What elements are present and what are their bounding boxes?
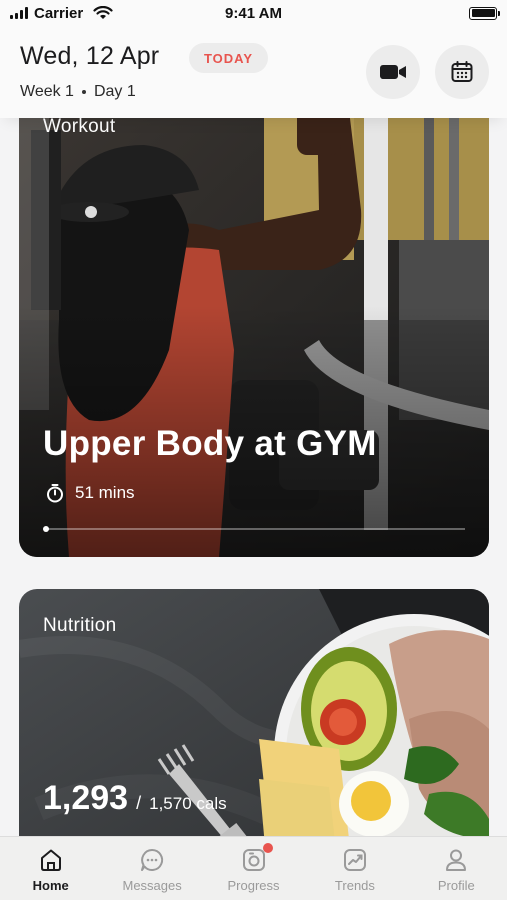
chat-icon	[141, 848, 164, 871]
camera-icon	[242, 849, 265, 871]
tab-home[interactable]: Home	[0, 837, 101, 900]
calories-target: 1,570 cals	[149, 794, 227, 813]
calories-consumed: 1,293	[43, 779, 129, 817]
tab-bar: Home Messages Progress Trends Profile	[0, 836, 507, 900]
calendar-icon	[451, 61, 473, 82]
workout-card[interactable]: Workout Upper Body at GYM 51 mins	[19, 100, 489, 557]
video-button[interactable]	[366, 45, 420, 99]
workout-duration: 51 mins	[45, 483, 135, 503]
workout-progress-bar[interactable]	[43, 526, 465, 532]
status-bar: Carrier 9:41 AM	[0, 0, 507, 26]
calories-separator: /	[136, 793, 142, 813]
duration-text: 51 mins	[75, 483, 135, 502]
week-day-indicator: Week 1 Day 1	[20, 83, 136, 101]
home-icon	[40, 849, 61, 871]
tab-messages[interactable]: Messages	[101, 837, 202, 900]
tab-profile[interactable]: Profile	[406, 837, 507, 900]
day-label: Day 1	[93, 83, 136, 100]
trend-chart-icon	[343, 849, 366, 871]
today-button[interactable]: TODAY	[189, 43, 268, 73]
carrier-label: Carrier	[34, 4, 84, 22]
workout-label: Workout	[43, 116, 116, 137]
tab-label: Home	[32, 878, 69, 893]
wifi-icon	[93, 6, 113, 19]
workout-title: Upper Body at GYM	[43, 424, 377, 463]
tab-label: Progress	[227, 878, 280, 893]
separator-dot	[81, 90, 86, 94]
battery-icon	[469, 6, 500, 20]
status-time: 9:41 AM	[225, 4, 282, 22]
calendar-button[interactable]	[435, 45, 489, 99]
video-camera-icon	[380, 65, 406, 79]
tab-label: Profile	[437, 878, 475, 893]
nutrition-label: Nutrition	[43, 615, 117, 636]
person-icon	[446, 849, 467, 871]
tab-progress[interactable]: Progress	[203, 837, 304, 900]
tab-label: Trends	[334, 878, 375, 893]
stopwatch-icon	[47, 484, 63, 503]
tab-label: Messages	[122, 878, 182, 893]
tab-trends[interactable]: Trends	[304, 837, 405, 900]
progress-knob[interactable]	[43, 526, 49, 532]
signal-icon	[10, 7, 28, 19]
header: Wed, 12 Apr TODAY Week 1 Day 1	[0, 26, 507, 118]
week-label: Week 1	[20, 83, 74, 100]
calories-summary: 1,293 / 1,570 cals	[43, 779, 227, 818]
notification-dot	[262, 843, 273, 853]
page-title: Wed, 12 Apr	[20, 42, 160, 70]
